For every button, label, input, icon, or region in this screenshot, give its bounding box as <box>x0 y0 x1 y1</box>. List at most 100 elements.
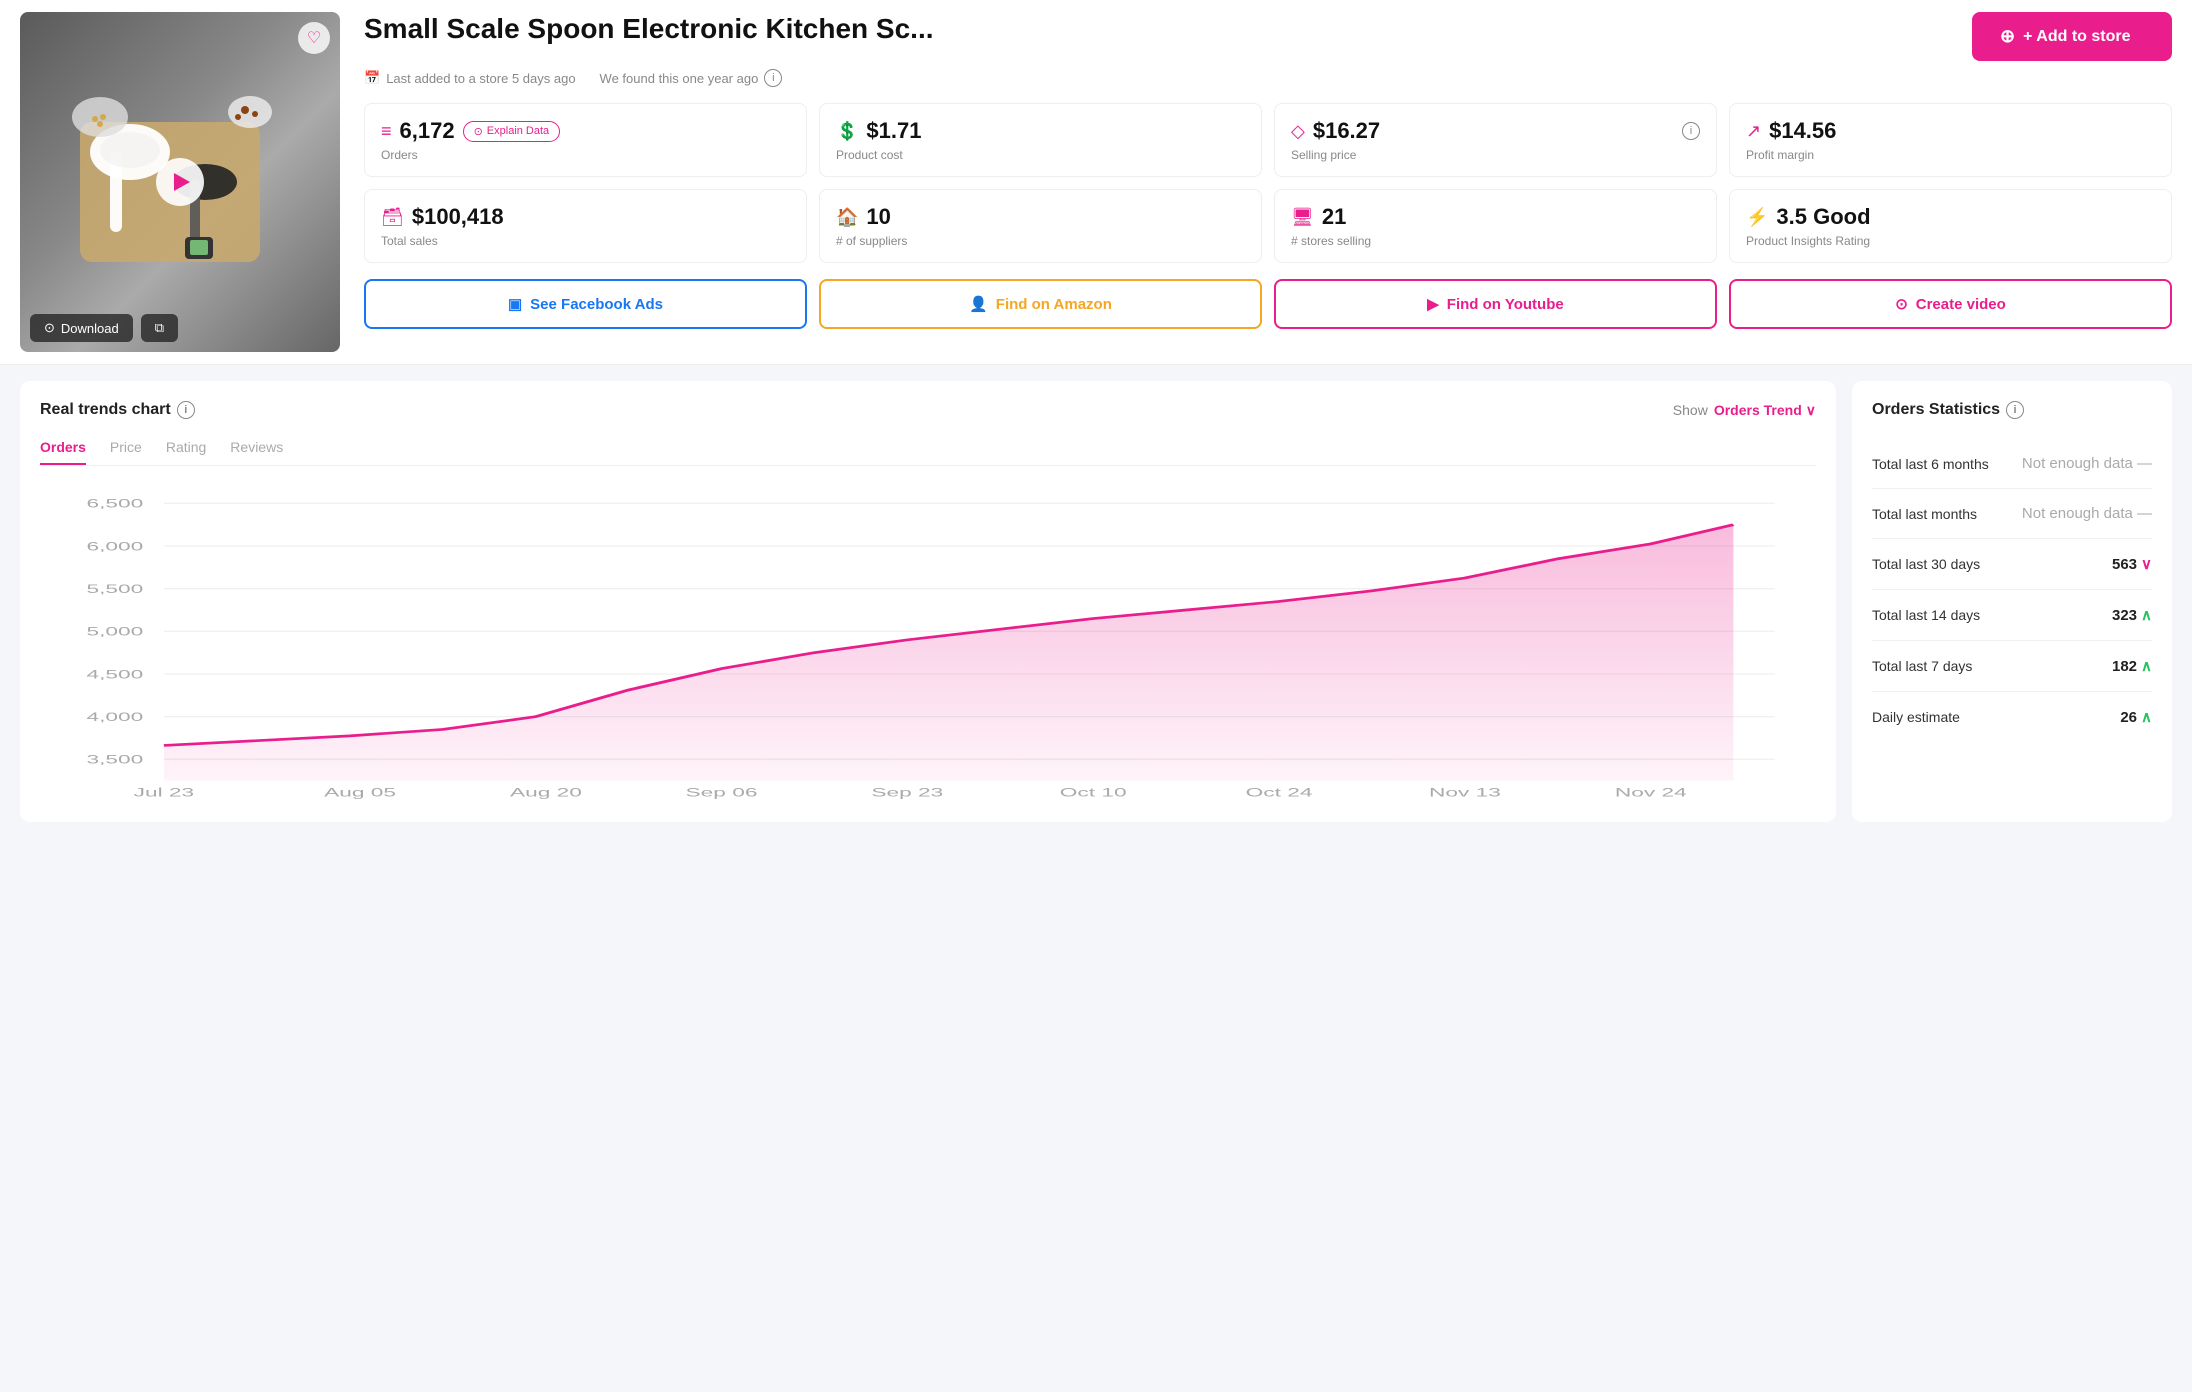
chart-section: Real trends chart i Show Orders Trend ∨ … <box>20 381 1836 822</box>
plus-circle-icon: ⊕ <box>2000 26 2015 47</box>
find-on-youtube-button[interactable]: ▶ Find on Youtube <box>1274 279 1717 329</box>
price-icon: ◇ <box>1291 121 1305 142</box>
margin-icon: ↗ <box>1746 121 1761 142</box>
svg-text:Nov 13: Nov 13 <box>1429 786 1501 799</box>
stat-card-product-cost: 💲 $1.71 Product cost <box>819 103 1262 177</box>
video-icon: ⊙ <box>1895 295 1908 313</box>
play-button[interactable] <box>156 158 204 206</box>
svg-text:4,500: 4,500 <box>86 668 143 681</box>
svg-text:5,000: 5,000 <box>86 625 143 638</box>
svg-text:6,000: 6,000 <box>86 540 143 553</box>
suppliers-label: # of suppliers <box>836 234 1245 248</box>
statistics-title-text: Orders Statistics <box>1872 401 2000 419</box>
chart-show-label: Show <box>1673 402 1708 418</box>
chart-title-text: Real trends chart <box>40 401 171 419</box>
copy-button[interactable]: ⧉ <box>141 314 178 342</box>
main-content: Real trends chart i Show Orders Trend ∨ … <box>0 365 2192 838</box>
calendar-icon: 📅 <box>364 70 380 86</box>
explain-data-badge[interactable]: ⊙ Explain Data <box>463 121 561 142</box>
explain-icon: ⊙ <box>474 125 483 138</box>
chart-info-icon[interactable]: i <box>177 401 195 419</box>
selling-price-label: Selling price <box>1291 148 1700 162</box>
add-to-store-button[interactable]: ⊕ + Add to store <box>1972 12 2172 61</box>
product-image-container: ♡ ⊙ Download ⧉ <box>20 12 340 352</box>
find-on-amazon-button[interactable]: 👤 Find on Amazon <box>819 279 1262 329</box>
sales-icon: 🗃 <box>381 207 404 228</box>
svg-text:Nov 24: Nov 24 <box>1615 786 1687 799</box>
create-video-button[interactable]: ⊙ Create video <box>1729 279 2172 329</box>
chart-header: Real trends chart i Show Orders Trend ∨ <box>40 401 1816 419</box>
cost-icon: 💲 <box>836 121 858 142</box>
stat-card-insights-rating: ⚡ 3.5 Good Product Insights Rating <box>1729 189 2172 263</box>
product-title: Small Scale Spoon Electronic Kitchen Sc.… <box>364 12 934 46</box>
product-info: Small Scale Spoon Electronic Kitchen Sc.… <box>364 12 2172 329</box>
download-label: Download <box>61 321 119 336</box>
youtube-label: Find on Youtube <box>1447 296 1564 313</box>
found-ago-meta: We found this one year ago i <box>600 69 783 87</box>
insights-rating-label: Product Insights Rating <box>1746 234 2155 248</box>
stat-row-last-months-value: Not enough data — <box>2022 505 2152 522</box>
found-ago-info-icon[interactable]: i <box>764 69 782 87</box>
stat-row-7days: Total last 7 days 182 ∧ <box>1872 641 2152 692</box>
facebook-icon: ▣ <box>508 295 522 313</box>
stat-card-profit-margin: ↗ $14.56 Profit margin <box>1729 103 2172 177</box>
stat-row-6months: Total last 6 months Not enough data — <box>1872 439 2152 489</box>
found-ago-text: We found this one year ago <box>600 71 759 86</box>
chart-area: 6,500 6,000 5,500 5,000 4,500 4,000 3,50… <box>40 482 1816 802</box>
svg-text:Sep 06: Sep 06 <box>686 786 758 799</box>
tab-reviews[interactable]: Reviews <box>230 431 283 465</box>
explain-label: Explain Data <box>487 125 549 137</box>
download-icon: ⊙ <box>44 320 55 336</box>
stat-row-daily-value: 26 ∧ <box>2120 708 2152 726</box>
stat-row-daily-estimate: Daily estimate 26 ∧ <box>1872 692 2152 742</box>
product-title-row: Small Scale Spoon Electronic Kitchen Sc.… <box>364 12 2172 61</box>
orders-label: Orders <box>381 148 790 162</box>
rating-icon: ⚡ <box>1746 207 1768 228</box>
cost-label: Product cost <box>836 148 1245 162</box>
orders-icon: ≡ <box>381 121 392 142</box>
add-to-store-label: + Add to store <box>2023 28 2130 46</box>
stat-row-30days-label: Total last 30 days <box>1872 556 1980 572</box>
svg-text:Oct 10: Oct 10 <box>1060 786 1127 799</box>
download-button[interactable]: ⊙ Download <box>30 314 133 342</box>
amazon-label: Find on Amazon <box>996 296 1112 313</box>
svg-text:Sep 23: Sep 23 <box>871 786 943 799</box>
orders-chart-svg: 6,500 6,000 5,500 5,000 4,500 4,000 3,50… <box>40 482 1816 802</box>
statistics-info-icon[interactable]: i <box>2006 401 2024 419</box>
tab-price[interactable]: Price <box>110 431 142 465</box>
stat-row-6months-value: Not enough data — <box>2022 455 2152 472</box>
stat-row-30days-value: 563 ∨ <box>2112 555 2152 573</box>
chart-show-selector[interactable]: Show Orders Trend ∨ <box>1673 402 1816 419</box>
facebook-ads-button[interactable]: ▣ See Facebook Ads <box>364 279 807 329</box>
chart-title: Real trends chart i <box>40 401 195 419</box>
profit-margin-value: $14.56 <box>1769 118 1836 144</box>
insights-rating-value: 3.5 Good <box>1776 204 1870 230</box>
stat-row-last-months-label: Total last months <box>1872 506 1977 522</box>
stat-row-14days-label: Total last 14 days <box>1872 607 1980 623</box>
profit-margin-label: Profit margin <box>1746 148 2155 162</box>
stat-row-7days-value: 182 ∧ <box>2112 657 2152 675</box>
youtube-icon: ▶ <box>1427 295 1439 313</box>
stat-card-total-sales: 🗃 $100,418 Total sales <box>364 189 807 263</box>
suppliers-value: 10 <box>866 204 890 230</box>
chart-tabs: Orders Price Rating Reviews <box>40 431 1816 466</box>
selling-price-info-icon[interactable]: i <box>1682 122 1700 140</box>
svg-text:Aug 05: Aug 05 <box>324 786 396 799</box>
tab-orders[interactable]: Orders <box>40 431 86 465</box>
action-buttons: ▣ See Facebook Ads 👤 Find on Amazon ▶ Fi… <box>364 279 2172 329</box>
chevron-down-icon: ∨ <box>1806 402 1816 419</box>
facebook-label: See Facebook Ads <box>530 296 663 313</box>
stores-icon: 🖥 <box>1291 207 1314 228</box>
heart-button[interactable]: ♡ <box>298 22 330 54</box>
stat-card-suppliers: 🏠 10 # of suppliers <box>819 189 1262 263</box>
trend-up-icon-daily: ∧ <box>2141 708 2152 726</box>
tab-rating[interactable]: Rating <box>166 431 206 465</box>
stat-card-orders: ≡ 6,172 ⊙ Explain Data Orders <box>364 103 807 177</box>
orders-value: 6,172 <box>400 118 455 144</box>
chart-show-value[interactable]: Orders Trend ∨ <box>1714 402 1816 419</box>
stores-selling-label: # stores selling <box>1291 234 1700 248</box>
product-meta: 📅 Last added to a store 5 days ago We fo… <box>364 69 2172 87</box>
stat-row-14days: Total last 14 days 323 ∧ <box>1872 590 2152 641</box>
chart-show-value-text: Orders Trend <box>1714 402 1802 418</box>
stat-row-30days: Total last 30 days 563 ∨ <box>1872 539 2152 590</box>
